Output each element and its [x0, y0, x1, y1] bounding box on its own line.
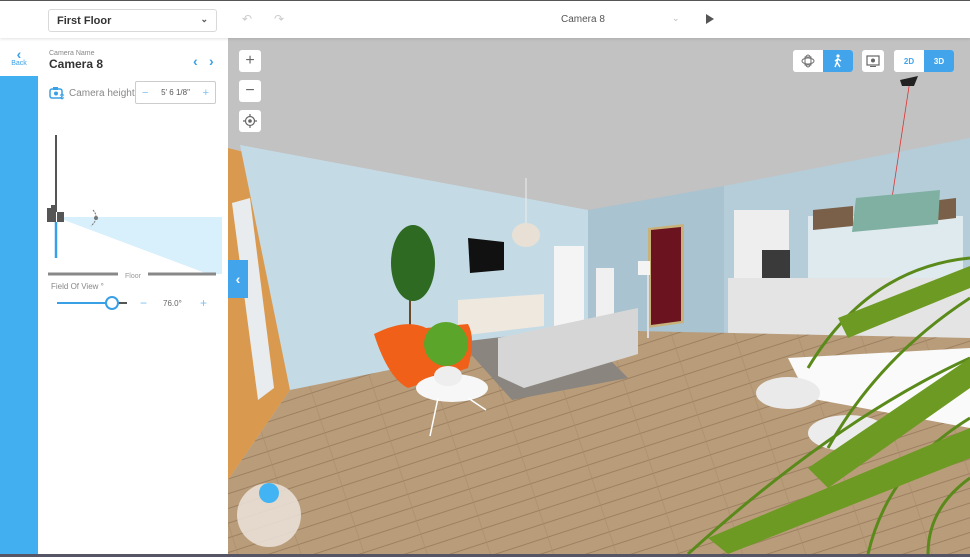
camera-selector-value: Camera 8: [561, 14, 605, 25]
capture-icon: [866, 55, 880, 67]
back-label: Back: [11, 59, 27, 67]
walk-mode-button[interactable]: [823, 50, 853, 72]
slider-thumb[interactable]: [104, 296, 119, 310]
camera-height-label: Camera height: [69, 88, 135, 99]
orbit-icon: [801, 54, 815, 68]
field-of-view-slider[interactable]: [57, 296, 127, 310]
joystick-knob[interactable]: [259, 483, 279, 503]
view-mode-toggle: [793, 50, 853, 72]
zoom-in-button[interactable]: +: [239, 50, 261, 72]
field-of-view-increase[interactable]: +: [200, 296, 207, 310]
field-of-view-cone: [56, 217, 222, 274]
play-icon[interactable]: [706, 14, 714, 24]
door: [651, 227, 681, 325]
chevron-down-icon: ⌄: [200, 14, 208, 24]
dimension-toggle: 2D 3D: [894, 50, 954, 72]
floor-selector-value: First Floor: [57, 14, 112, 27]
3d-scene-render: [228, 38, 970, 554]
field-of-view-label: Field Of View °: [51, 282, 104, 291]
camera-height-icon: [49, 87, 65, 100]
bookshelf: [554, 246, 584, 326]
undo-icon[interactable]: ↶: [240, 12, 254, 26]
2d-button[interactable]: 2D: [894, 50, 924, 72]
zoom-out-button[interactable]: −: [239, 80, 261, 102]
pendant-lamp: [512, 223, 540, 247]
app-window: First Floor ⌄ ↶ ↷ Camera 8 ⌄ ‹ Back Came…: [0, 0, 970, 557]
back-arrow-icon: ‹: [16, 45, 22, 62]
recenter-button[interactable]: [239, 110, 261, 132]
3d-viewport[interactable]: + − ‹ 2D 3D: [228, 38, 970, 554]
camera-height-diagram: Floor: [47, 135, 222, 280]
potted-plant: [391, 225, 435, 301]
left-rail: [0, 38, 38, 557]
top-bar: First Floor ⌄ ↶ ↷ Camera 8 ⌄: [0, 0, 970, 38]
chevron-down-icon[interactable]: ⌄: [672, 13, 680, 24]
field-of-view-decrease[interactable]: −: [140, 296, 147, 310]
redo-icon[interactable]: ↷: [272, 12, 286, 26]
previous-camera-button[interactable]: ‹: [193, 53, 198, 69]
camera-height-stepper[interactable]: − 5' 6 1/8" +: [135, 81, 216, 104]
camera-name[interactable]: Camera 8: [49, 57, 103, 71]
collapse-panel-button[interactable]: ‹: [228, 260, 248, 298]
navigation-joystick[interactable]: [237, 483, 301, 547]
vase: [434, 366, 462, 386]
back-button[interactable]: ‹ Back: [0, 38, 38, 76]
camera-height-value[interactable]: 5' 6 1/8": [161, 88, 190, 97]
next-camera-button[interactable]: ›: [209, 53, 214, 69]
blind: [813, 206, 853, 230]
slider-fill: [57, 302, 112, 304]
field-of-view-value[interactable]: 76.0°: [163, 299, 182, 308]
floor-lamp: [638, 261, 650, 275]
capture-button[interactable]: [862, 50, 884, 72]
camera-height-increase[interactable]: +: [203, 87, 209, 99]
tv: [468, 238, 504, 273]
camera-selector[interactable]: Camera 8: [561, 14, 605, 25]
camera-height-decrease[interactable]: −: [142, 87, 148, 99]
floor-selector[interactable]: First Floor ⌄: [48, 9, 217, 32]
dining-chair: [756, 377, 820, 409]
camera-name-label: Camera Name: [49, 50, 95, 57]
small-plant: [424, 322, 468, 366]
crosshair-icon: [243, 114, 257, 128]
camera-panel: Camera Name Camera 8 ‹ › Camera height −…: [38, 38, 228, 554]
orbit-mode-button[interactable]: [793, 50, 823, 72]
walk-icon: [834, 54, 842, 68]
floor-label: Floor: [125, 273, 142, 280]
3d-button[interactable]: 3D: [924, 50, 954, 72]
